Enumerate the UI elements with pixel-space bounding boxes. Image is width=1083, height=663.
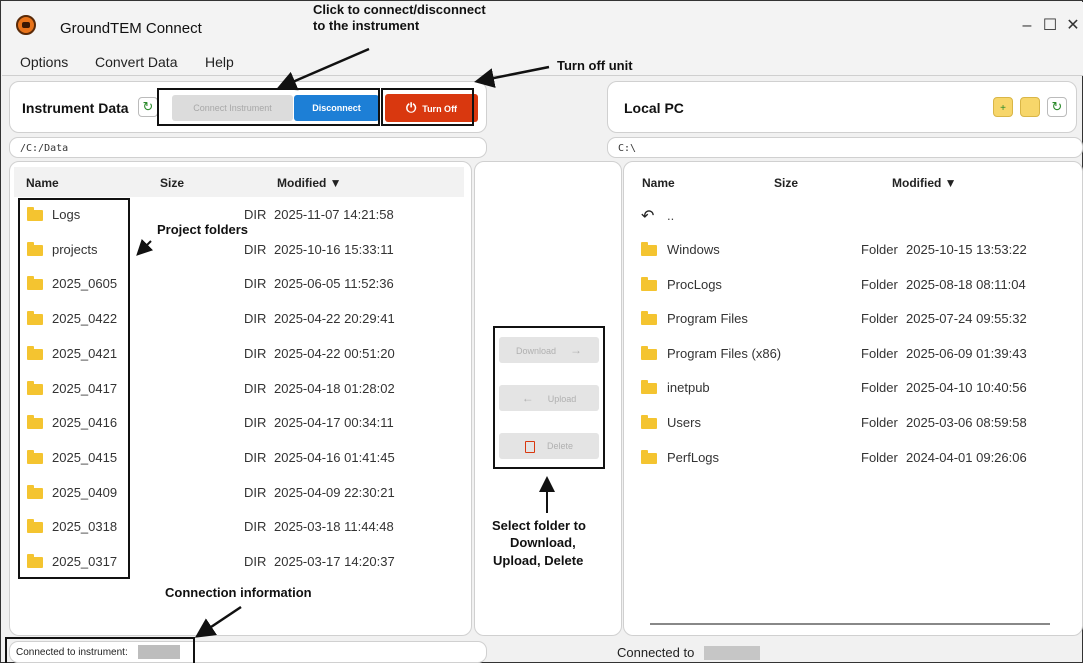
app-window: GroundTEM Connect – ☐ ✕ Options Convert …	[0, 0, 1083, 663]
arrow-projects	[136, 238, 154, 256]
annotation-arrows	[136, 47, 555, 638]
arrow-connection	[194, 605, 242, 638]
arrow-turnoff	[474, 65, 550, 88]
arrow-connect	[276, 47, 370, 91]
